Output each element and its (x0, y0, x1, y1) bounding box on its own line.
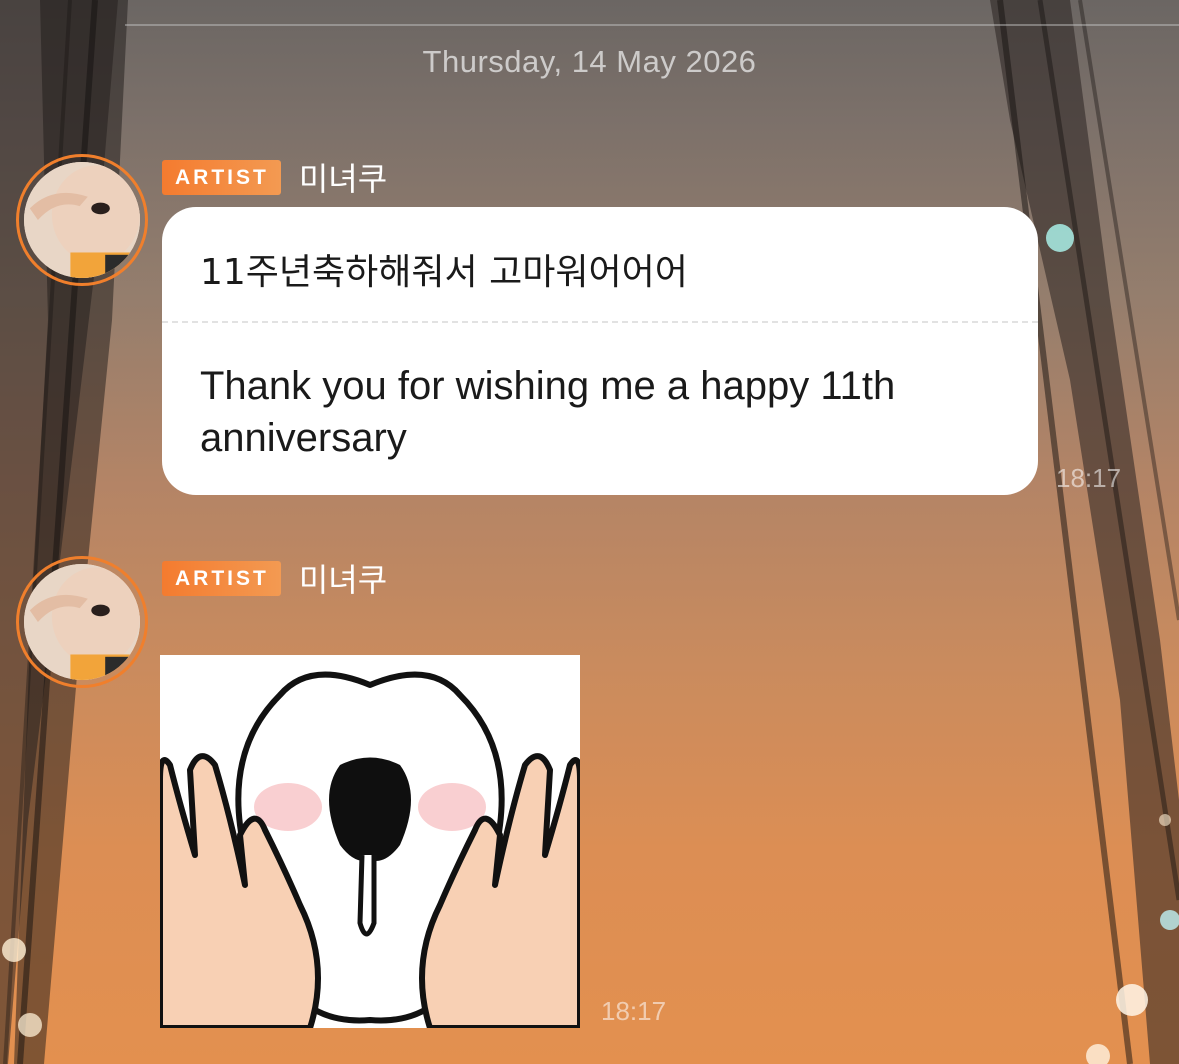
avatar-photo (24, 162, 140, 278)
sender-name[interactable]: 미녀쿠 (299, 555, 387, 601)
header-divider (125, 24, 1179, 26)
artist-badge: ARTIST (162, 159, 281, 195)
message-timestamp: 18:17 (601, 996, 667, 1026)
message-text-translation: Thank you for wishing me a happy 11th an… (200, 364, 896, 460)
artist-avatar[interactable] (16, 556, 148, 688)
date-separator: Thursday, 14 May 2026 (422, 44, 757, 79)
artist-badge: ARTIST (162, 560, 281, 596)
sender-row: ARTIST 미녀쿠 (162, 555, 387, 601)
avatar-photo (24, 564, 140, 680)
message-bubble[interactable]: 11주년축하해줘서 고마워어어어 Thank you for wishing m… (162, 207, 1038, 495)
sender-row: ARTIST 미녀쿠 (162, 154, 387, 200)
translation-divider (162, 321, 1038, 323)
message-timestamp: 18:17 (1056, 463, 1122, 493)
sender-name[interactable]: 미녀쿠 (299, 154, 387, 200)
artist-avatar[interactable] (16, 154, 148, 286)
surprised-dog-sticker[interactable] (160, 655, 580, 1028)
message-text-original: 11주년축하해줘서 고마워어어어 (200, 252, 688, 293)
